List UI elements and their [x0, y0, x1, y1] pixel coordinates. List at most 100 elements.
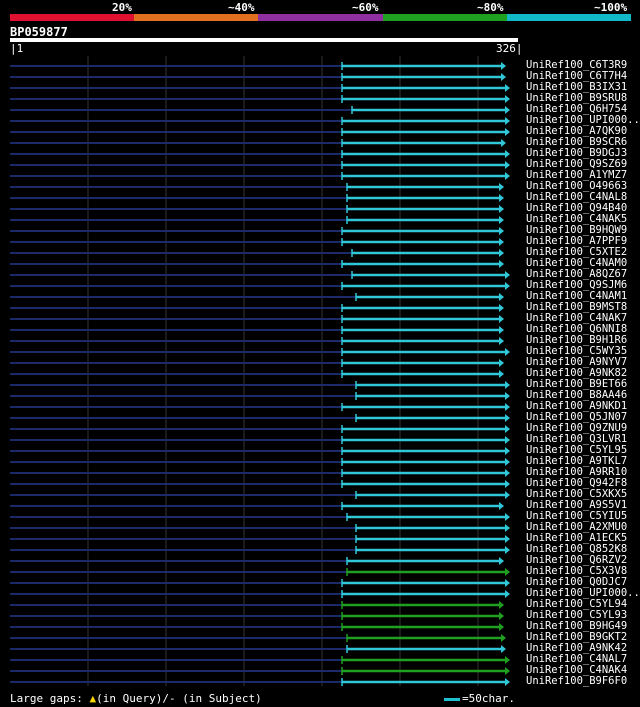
- hit-row[interactable]: [10, 337, 504, 345]
- hit-row[interactable]: [10, 392, 510, 400]
- arrow-head-icon: [505, 436, 510, 444]
- arrow-head-icon: [505, 403, 510, 411]
- hit-row[interactable]: [10, 612, 504, 620]
- hit-row[interactable]: [10, 557, 504, 565]
- arrow-head-icon: [501, 73, 506, 81]
- hit-row[interactable]: [10, 117, 510, 125]
- hit-row[interactable]: [10, 590, 510, 598]
- hit-row[interactable]: [10, 513, 510, 521]
- hit-row[interactable]: [10, 216, 504, 224]
- legend-label: ~40%: [228, 1, 255, 14]
- arrow-head-icon: [499, 304, 504, 312]
- hit-row[interactable]: [10, 205, 504, 213]
- hit-row[interactable]: [10, 161, 510, 169]
- hit-row[interactable]: [10, 282, 510, 290]
- arrow-head-icon: [505, 568, 510, 576]
- hit-row[interactable]: [10, 62, 506, 70]
- arrow-head-icon: [505, 106, 510, 114]
- legend-label: ~60%: [352, 1, 379, 14]
- legend-label: ~100%: [594, 1, 628, 14]
- hit-row[interactable]: [10, 128, 510, 136]
- hit-row[interactable]: [10, 326, 504, 334]
- hit-row[interactable]: [10, 381, 510, 389]
- hit-row[interactable]: [10, 304, 504, 312]
- hit-row[interactable]: [10, 293, 504, 301]
- hit-row[interactable]: [10, 95, 510, 103]
- hit-row[interactable]: [10, 656, 510, 664]
- arrow-head-icon: [505, 524, 510, 532]
- arrow-head-icon: [505, 271, 510, 279]
- hit-row[interactable]: [10, 568, 510, 576]
- arrow-head-icon: [505, 656, 510, 664]
- hit-row[interactable]: [10, 315, 504, 323]
- legend-color-segment: [10, 14, 135, 21]
- hit-row[interactable]: [10, 623, 504, 631]
- arrow-head-icon: [505, 590, 510, 598]
- hit-row[interactable]: [10, 634, 506, 642]
- arrow-head-icon: [505, 447, 510, 455]
- hit-row[interactable]: [10, 106, 510, 114]
- hit-row[interactable]: [10, 249, 504, 257]
- identity-legend-labels: 20% ~40% ~60% ~80% ~100%: [0, 0, 640, 14]
- legend-label: 20%: [112, 1, 132, 14]
- arrow-head-icon: [505, 678, 510, 686]
- hit-row[interactable]: [10, 667, 510, 675]
- hit-row[interactable]: [10, 469, 510, 477]
- arrow-head-icon: [499, 205, 504, 213]
- hit-row[interactable]: [10, 139, 506, 147]
- hit-row[interactable]: [10, 579, 510, 587]
- arrow-head-icon: [505, 469, 510, 477]
- hit-row[interactable]: [10, 425, 510, 433]
- arrow-head-icon: [499, 326, 504, 334]
- hit-row[interactable]: [10, 84, 510, 92]
- hit-row[interactable]: [10, 271, 510, 279]
- hit-row[interactable]: [10, 238, 504, 246]
- hit-row[interactable]: [10, 502, 504, 510]
- arrow-head-icon: [499, 216, 504, 224]
- hit-row[interactable]: [10, 359, 504, 367]
- arrow-head-icon: [505, 414, 510, 422]
- legend-color-segment: [382, 14, 507, 21]
- hit-row[interactable]: [10, 150, 510, 158]
- hit-row[interactable]: [10, 370, 504, 378]
- hit-row[interactable]: [10, 645, 506, 653]
- scale-legend: =50char.: [444, 692, 515, 705]
- hit-row[interactable]: [10, 491, 510, 499]
- arrow-head-icon: [505, 282, 510, 290]
- query-ruler: [10, 38, 518, 42]
- hit-label[interactable]: UniRef100_B9F6F0: [526, 676, 627, 687]
- hit-row[interactable]: [10, 601, 504, 609]
- arrow-head-icon: [499, 370, 504, 378]
- hit-row[interactable]: [10, 447, 510, 455]
- hit-row[interactable]: [10, 535, 510, 543]
- hit-row[interactable]: [10, 348, 510, 356]
- arrow-head-icon: [499, 227, 504, 235]
- hit-row[interactable]: [10, 403, 510, 411]
- hit-row[interactable]: [10, 414, 510, 422]
- hit-row[interactable]: [10, 436, 510, 444]
- hit-row[interactable]: [10, 678, 510, 686]
- hit-row[interactable]: [10, 524, 510, 532]
- arrow-head-icon: [499, 260, 504, 268]
- arrow-head-icon: [505, 546, 510, 554]
- hit-row[interactable]: [10, 73, 506, 81]
- arrow-head-icon: [499, 337, 504, 345]
- hit-row[interactable]: [10, 480, 510, 488]
- hit-row[interactable]: [10, 172, 510, 180]
- arrow-head-icon: [499, 238, 504, 246]
- hit-row[interactable]: [10, 183, 504, 191]
- arrow-head-icon: [505, 579, 510, 587]
- hit-row[interactable]: [10, 194, 504, 202]
- arrow-head-icon: [505, 84, 510, 92]
- hit-row[interactable]: [10, 227, 504, 235]
- hit-row[interactable]: [10, 546, 510, 554]
- arrow-head-icon: [499, 601, 504, 609]
- arrow-head-icon: [505, 480, 510, 488]
- arrow-head-icon: [505, 458, 510, 466]
- hit-row[interactable]: [10, 260, 504, 268]
- arrow-head-icon: [505, 348, 510, 356]
- arrow-head-icon: [505, 392, 510, 400]
- arrow-head-icon: [501, 62, 506, 70]
- hit-row[interactable]: [10, 458, 510, 466]
- ruler-end-tick: 326|: [496, 42, 523, 55]
